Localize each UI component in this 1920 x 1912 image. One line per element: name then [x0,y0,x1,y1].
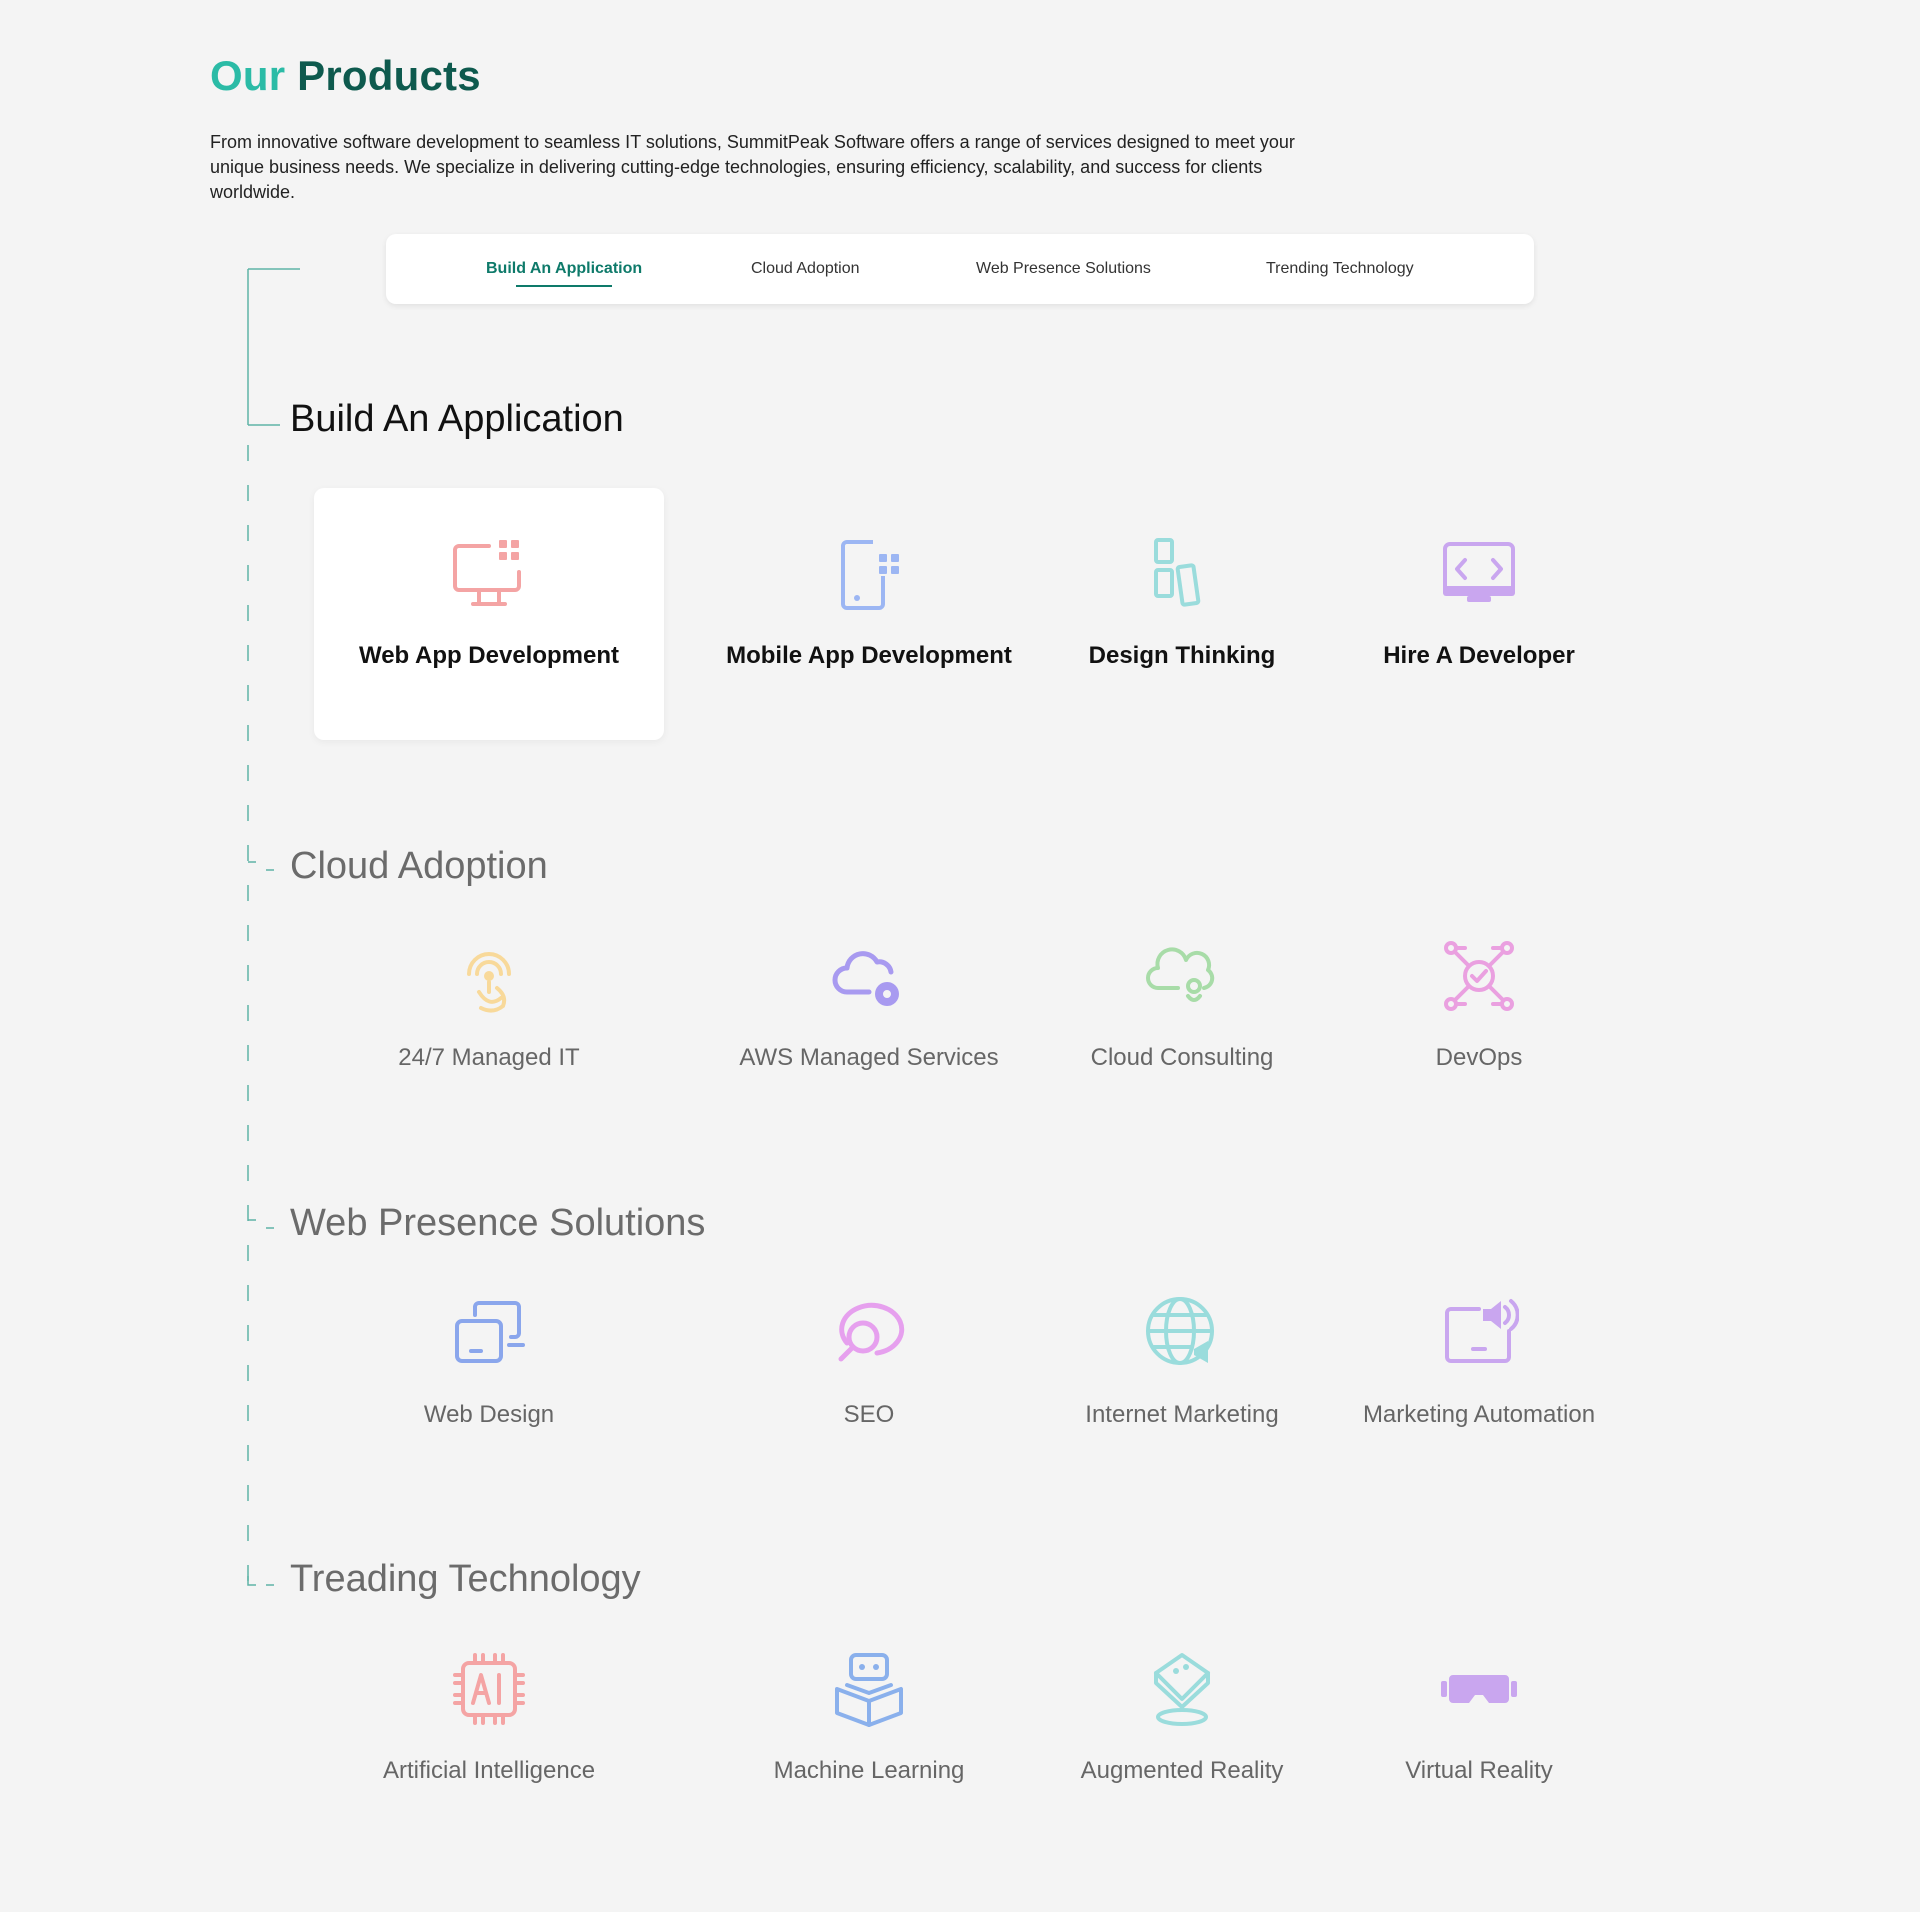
product-label: Hire A Developer [1383,642,1575,669]
product-card-seo[interactable]: SEO [694,1247,1044,1499]
code-monitor-icon [1443,542,1515,602]
product-card-marketing-automation[interactable]: Marketing Automation [1304,1247,1654,1499]
product-card-web-app-development[interactable]: Web App Development [314,488,664,740]
product-card-aws-managed-services[interactable]: AWS Managed Services [694,890,1044,1142]
product-card-machine-learning[interactable]: Machine Learning [694,1603,1044,1855]
screen-speaker-icon [1445,1299,1519,1363]
section-title-treading-technology: Treading Technology [290,1558,641,1600]
vr-headset-icon [1441,1675,1517,1703]
web-design-icon [455,1301,525,1363]
layout-blocks-icon [1154,538,1201,607]
product-card-hire-a-developer[interactable]: Hire A Developer [1304,488,1654,740]
tab-cloud-adoption[interactable]: Cloud Adoption [751,234,860,304]
product-card-mobile-app-development[interactable]: Mobile App Development [694,488,1044,740]
support-headset-icon [467,952,511,1013]
product-label: Internet Marketing [1085,1401,1279,1428]
mobile-grid-icon [841,540,899,610]
devops-network-icon [1444,941,1514,1011]
ai-chip-icon [453,1653,525,1725]
product-card-managed-it[interactable]: 24/7 Managed IT [314,890,664,1142]
product-label: Marketing Automation [1362,1401,1596,1428]
intro-text: From innovative software development to … [210,132,1295,202]
product-card-virtual-reality[interactable]: Virtual Reality [1304,1603,1654,1855]
page-title-part2: Products [297,52,481,99]
section-title-web-presence-solutions: Web Presence Solutions [290,1202,706,1244]
product-card-devops[interactable]: DevOps [1304,890,1654,1142]
product-label: Cloud Consulting [1090,1044,1274,1071]
product-label: Augmented Reality [1080,1757,1284,1784]
product-label: Virtual Reality [1405,1757,1553,1784]
product-label: SEO [843,1401,895,1428]
cloud-gear-icon [832,951,899,1006]
category-tab-bar: Build An Application Cloud Adoption Web … [386,234,1534,304]
product-label: Machine Learning [773,1757,965,1784]
product-label: DevOps [1435,1044,1523,1071]
section-title-cloud-adoption: Cloud Adoption [290,845,548,887]
product-label: AWS Managed Services [739,1044,999,1071]
section-tree-lines [247,268,300,1586]
tab-web-presence-solutions[interactable]: Web Presence Solutions [976,234,1151,304]
ar-cube-icon [1154,1653,1210,1726]
tab-trending-technology[interactable]: Trending Technology [1266,234,1414,304]
tab-build-an-application[interactable]: Build An Application [486,234,642,304]
product-card-web-design[interactable]: Web Design [314,1247,664,1499]
product-label: Artificial Intelligence [382,1757,596,1784]
monitor-grid-icon [453,540,521,606]
product-card-artificial-intelligence[interactable]: Artificial Intelligence [314,1603,664,1855]
product-label: 24/7 Managed IT [398,1044,580,1071]
seo-search-icon [838,1302,905,1362]
cloud-consulting-icon [1146,947,1215,1002]
product-label: Web App Development [358,642,620,669]
product-label: Mobile App Development [726,642,1012,669]
globe-megaphone-icon [1146,1297,1214,1365]
section-title-build-an-application: Build An Application [290,398,624,440]
product-label: Web Design [423,1401,555,1428]
robot-book-icon [835,1653,903,1727]
product-label: Design Thinking [1088,642,1276,669]
